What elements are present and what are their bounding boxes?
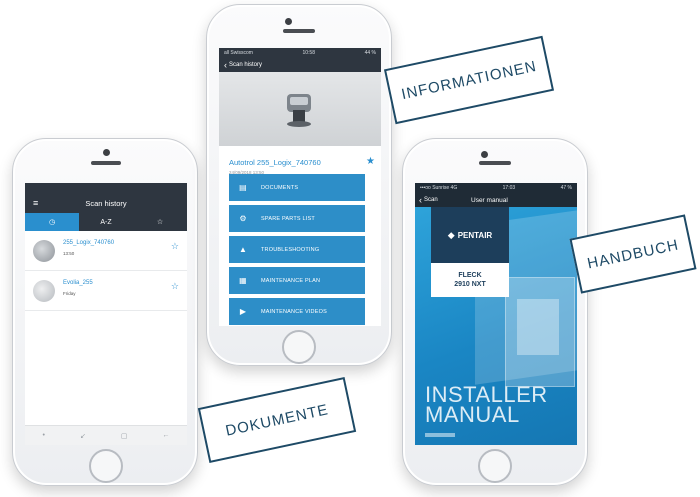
tab-alphabetical[interactable]: A-Z bbox=[79, 213, 133, 231]
label-dokumente: DOKUMENTE bbox=[197, 377, 357, 463]
label-handbuch: HANDBUCH bbox=[569, 214, 697, 294]
home-button[interactable] bbox=[478, 449, 512, 483]
list-item[interactable]: Evolia_255 Friday ☆ bbox=[25, 271, 187, 311]
product-title: Autotrol 255_Logix_740760 bbox=[229, 158, 321, 167]
product-thumbnail bbox=[33, 240, 55, 262]
menu-label: TROUBLESHOOTING bbox=[261, 246, 320, 253]
nav-dot-icon[interactable]: • bbox=[43, 432, 45, 439]
menu-maintenance-videos[interactable]: ▶ MAINTENANCE VIDEOS bbox=[229, 298, 365, 325]
brand-name: PENTAIR bbox=[457, 230, 493, 240]
nav-title: Scan history bbox=[85, 198, 127, 208]
back-button[interactable]: Scan bbox=[424, 197, 438, 203]
valve-controller-image bbox=[287, 94, 311, 127]
nav-bar: ≡ Scan history bbox=[25, 193, 187, 213]
nav-title: User manual bbox=[471, 196, 508, 204]
nav-bar: ‹ Scan history bbox=[219, 58, 381, 72]
hamburger-menu-icon[interactable]: ≡ bbox=[33, 198, 38, 208]
label-text: HANDBUCH bbox=[585, 236, 681, 272]
status-bar: all Swisscom 10:58 44 % bbox=[219, 48, 381, 58]
phone-camera bbox=[285, 18, 292, 25]
left-phone-screen: ≡ Scan history ◷ A-Z ☆ 255_Logix_740760 … bbox=[25, 183, 187, 445]
play-icon: ▶ bbox=[239, 307, 247, 316]
favorite-star-icon[interactable]: ★ bbox=[366, 156, 375, 167]
back-button[interactable]: Scan history bbox=[229, 62, 262, 68]
menu-label: SPARE PARTS LIST bbox=[261, 215, 315, 222]
phone-camera bbox=[103, 149, 110, 156]
manual-cover[interactable]: ◆ PENTAIR FLECK 2910 NXT INSTALLER MANUA… bbox=[415, 207, 577, 445]
cover-title-line-2: MANUAL bbox=[425, 402, 520, 427]
right-phone: •••oo Sunrise 4G 17:03 47 % ‹ Scan User … bbox=[402, 138, 588, 486]
menu-documents[interactable]: ▤ DOCUMENTS bbox=[229, 174, 365, 201]
history-tabs: ◷ A-Z ☆ bbox=[25, 213, 187, 231]
center-phone: all Swisscom 10:58 44 % ‹ Scan history A… bbox=[206, 4, 392, 366]
label-text: INFORMATIONEN bbox=[399, 57, 539, 103]
list-item[interactable]: 255_Logix_740760 13:50 ☆ bbox=[25, 231, 187, 271]
nav-home-icon[interactable]: ▢ bbox=[121, 432, 128, 440]
back-chevron-icon[interactable]: ‹ bbox=[419, 195, 422, 205]
label-informationen: INFORMATIONEN bbox=[383, 35, 555, 125]
nav-back-icon[interactable]: ← bbox=[162, 432, 169, 439]
list-item-subtitle: 13:50 bbox=[63, 251, 75, 256]
tab-recent[interactable]: ◷ bbox=[25, 213, 79, 231]
tab-favorites[interactable]: ☆ bbox=[133, 213, 187, 231]
phone-speaker bbox=[283, 29, 315, 33]
menu-maintenance-plan[interactable]: ▦ MAINTENANCE PLAN bbox=[229, 267, 365, 294]
product-thumbnail bbox=[33, 280, 55, 302]
phone-speaker bbox=[479, 161, 511, 165]
menu-label: MAINTENANCE PLAN bbox=[261, 277, 321, 284]
back-chevron-icon[interactable]: ‹ bbox=[224, 60, 227, 70]
favorite-star-icon[interactable]: ☆ bbox=[171, 281, 179, 292]
home-button[interactable] bbox=[282, 330, 316, 364]
list-item-subtitle: Friday bbox=[63, 291, 76, 296]
status-bar: •••oo Sunrise 4G 17:03 47 % bbox=[415, 183, 577, 193]
clock-icon: ◷ bbox=[48, 219, 56, 226]
nav-recent-icon[interactable]: ↙ bbox=[80, 432, 86, 440]
phone-camera bbox=[481, 151, 488, 158]
pentair-logo-icon: ◆ bbox=[447, 229, 455, 240]
menu-label: MAINTENANCE VIDEOS bbox=[261, 308, 327, 315]
warning-icon: ▲ bbox=[238, 245, 248, 254]
right-phone-screen: •••oo Sunrise 4G 17:03 47 % ‹ Scan User … bbox=[415, 183, 577, 445]
clock: 17:03 bbox=[502, 185, 516, 191]
menu-troubleshooting[interactable]: ▲ TROUBLESHOOTING bbox=[229, 236, 365, 263]
left-phone: ≡ Scan history ◷ A-Z ☆ 255_Logix_740760 … bbox=[12, 138, 198, 486]
clock: 10:58 bbox=[302, 50, 315, 56]
status-bar bbox=[25, 183, 187, 193]
brand-logo: ◆ PENTAIR bbox=[431, 207, 509, 263]
carrier: all Swisscom bbox=[224, 50, 253, 56]
menu-spare-parts[interactable]: ⚙ SPARE PARTS LIST bbox=[229, 205, 365, 232]
favorite-star-icon[interactable]: ☆ bbox=[171, 241, 179, 252]
list-item-title: 255_Logix_740760 bbox=[63, 240, 115, 246]
product-image-area bbox=[219, 72, 381, 146]
model-line-2: 2910 NXT bbox=[454, 281, 486, 288]
model-line-1: FLECK bbox=[458, 272, 482, 279]
gears-icon: ⚙ bbox=[239, 214, 247, 223]
nav-bar: ‹ Scan User manual bbox=[415, 193, 577, 207]
center-phone-screen: all Swisscom 10:58 44 % ‹ Scan history A… bbox=[219, 48, 381, 326]
calendar-icon: ▦ bbox=[239, 276, 247, 285]
model-label: FLECK 2910 NXT bbox=[431, 263, 509, 297]
cover-title: INSTALLER MANUAL bbox=[425, 384, 548, 427]
menu-label: DOCUMENTS bbox=[261, 184, 299, 191]
battery: 47 % bbox=[560, 185, 572, 191]
android-bottom-nav: • ↙ ▢ ← bbox=[25, 425, 187, 445]
info-menu: ▤ DOCUMENTS ⚙ SPARE PARTS LIST ▲ TROUBLE… bbox=[229, 174, 365, 326]
star-icon: ☆ bbox=[156, 219, 164, 226]
carrier: •••oo Sunrise 4G bbox=[420, 185, 458, 191]
cover-graphic bbox=[517, 299, 559, 355]
document-icon: ▤ bbox=[239, 183, 247, 192]
list-item-title: Evolia_255 bbox=[63, 280, 93, 286]
tab-label: A-Z bbox=[100, 218, 112, 226]
label-text: DOKUMENTE bbox=[223, 400, 331, 440]
cover-footer-mark bbox=[425, 433, 455, 437]
battery: 44 % bbox=[364, 50, 376, 56]
home-button[interactable] bbox=[89, 449, 123, 483]
phone-speaker bbox=[91, 161, 121, 165]
